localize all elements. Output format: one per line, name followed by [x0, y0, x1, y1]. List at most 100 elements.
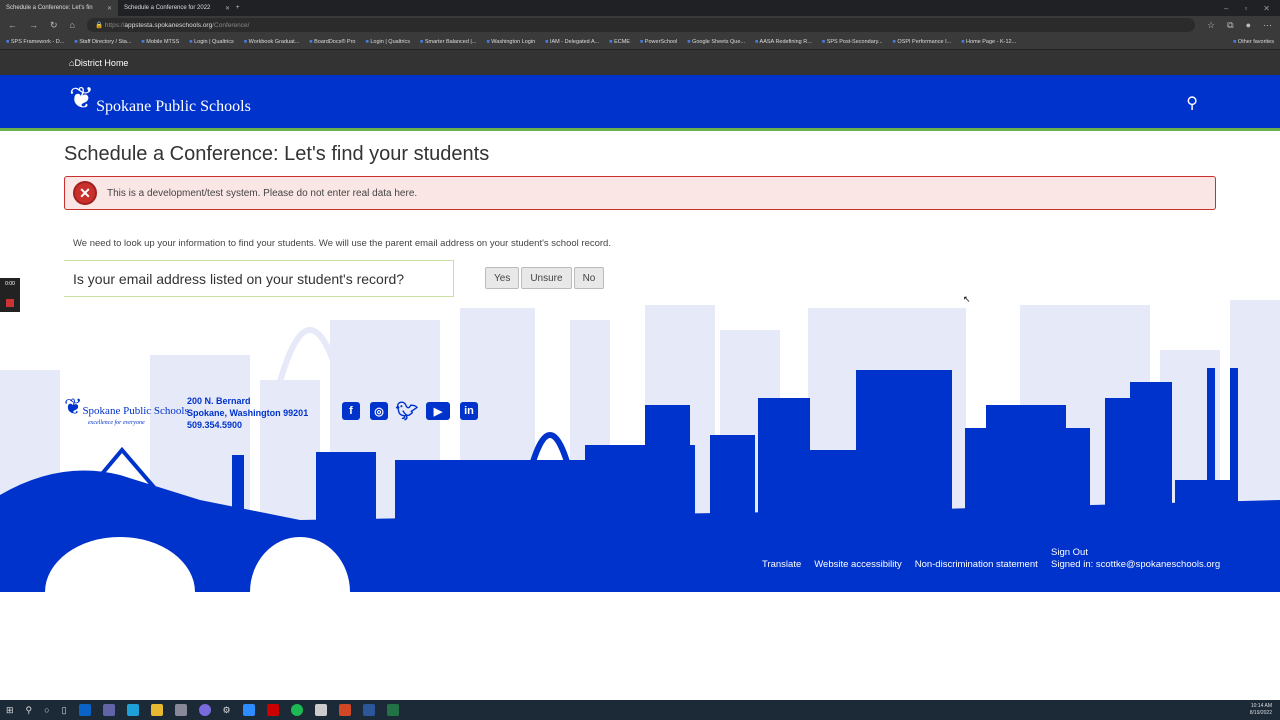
app-icon[interactable] [314, 704, 327, 716]
tab-label: Schedule a Conference: Let's fin [6, 5, 93, 11]
acrobat-icon[interactable] [266, 704, 279, 716]
forward-icon[interactable]: → [29, 20, 38, 30]
sign-out-link[interactable]: Sign Out [1051, 547, 1220, 559]
task-view-icon[interactable]: ▯ [62, 705, 67, 716]
tab-schedule-conference[interactable]: Schedule a Conference: Let's fin ✕ [0, 0, 118, 16]
intro-text: We need to look up your information to f… [73, 238, 611, 249]
profile-icon[interactable]: ● [1246, 20, 1251, 30]
close-window-icon[interactable]: ✕ [1263, 4, 1270, 13]
browser-tab-bar: Schedule a Conference: Let's fin ✕ Schedu… [0, 0, 1280, 16]
error-icon: ✕ [73, 181, 97, 205]
clock-time: 10:14 AM [1250, 703, 1272, 709]
bookmark-item[interactable]: Washington Login [486, 39, 535, 45]
non-discrimination-link[interactable]: Non-discrimination statement [915, 559, 1038, 570]
collections-icon[interactable]: ⧉ [1227, 20, 1233, 31]
bookmark-item[interactable]: IAM - Delegated A... [545, 39, 599, 45]
zoom-icon[interactable] [242, 704, 255, 716]
address-line-2: Spokane, Washington 99201 [187, 408, 309, 418]
teams-icon[interactable] [102, 704, 115, 716]
close-tab-icon[interactable]: ✕ [225, 5, 230, 12]
bookmark-item[interactable]: Home Page - K-12... [961, 39, 1016, 45]
edge-icon[interactable] [126, 704, 139, 716]
site-header: ❦ Spokane Public Schools ⚲ [0, 75, 1280, 131]
alert-text: This is a development/test system. Pleas… [107, 187, 418, 199]
address-line-1: 200 N. Bernard [187, 396, 251, 406]
unsure-button[interactable]: Unsure [521, 267, 572, 289]
address-bar-row: ← → ↻ ⌂ 🔒 https://appstesta.spokaneschools.… [0, 16, 1280, 34]
footer-tagline: excellence for everyone [88, 420, 145, 426]
test-system-alert: ✕ This is a development/test system. Plea… [64, 176, 1216, 210]
bookmark-item[interactable]: Other favorites [1233, 39, 1274, 45]
app-icon[interactable] [198, 704, 211, 716]
clock-date: 8/19/2022 [1249, 710, 1272, 716]
taskbar: ⊞ ⚲ ○ ▯ ⚙ 10:14 AM 8/19/2022 [0, 700, 1280, 720]
yes-button[interactable]: Yes [485, 267, 520, 289]
spotify-icon[interactable] [290, 704, 303, 716]
new-tab-icon[interactable]: + [236, 5, 240, 11]
bookmark-item[interactable]: SPS Framework - D... [6, 39, 64, 45]
bookmark-item[interactable]: Workbook Graduat... [244, 39, 300, 45]
bookmark-item[interactable]: Google Sheets Que... [687, 39, 745, 45]
tab-label: Schedule a Conference for 2022 [124, 5, 211, 11]
bookmark-item[interactable]: Login | Qualtrics [189, 39, 234, 45]
email-question: Is your email address listed on your stu… [64, 260, 454, 297]
district-home-bar: ⌂District Home [0, 50, 1280, 75]
phone-number[interactable]: 509.354.5900 [187, 419, 308, 431]
start-icon[interactable]: ⊞ [6, 705, 14, 716]
home-icon[interactable]: ⌂ [70, 20, 75, 30]
bookmark-item[interactable]: Mobile MTSS [141, 39, 179, 45]
signed-in-text: Signed in: scottke@spokaneschools.org [1051, 559, 1221, 570]
maximize-icon[interactable]: ▫ [1244, 4, 1247, 13]
linkedin-icon[interactable]: in [460, 402, 478, 420]
url-scheme: https:// [104, 21, 125, 29]
url-host: appstesta.spokaneschools.org [124, 21, 213, 29]
recorder-time: 0:00 [5, 281, 15, 287]
youtube-icon[interactable]: ▶ [426, 402, 450, 420]
bookmark-item[interactable]: Login | Qualtrics [366, 39, 410, 45]
outlook-icon[interactable] [78, 704, 91, 716]
footer-logo-text: Spokane Public Schools [82, 405, 189, 417]
excel-icon[interactable] [386, 704, 399, 716]
url-path: /Conference/ [212, 21, 250, 29]
powerpoint-icon[interactable] [338, 704, 351, 716]
bookmark-item[interactable]: BoardDocs® Pro [309, 39, 355, 45]
url-input[interactable]: 🔒 https://appstesta.spokaneschools.org/C… [86, 18, 1196, 32]
search-icon[interactable]: ⚲ [26, 705, 33, 716]
bookmark-item[interactable]: Smarter Balanced |... [420, 39, 477, 45]
footer-logo[interactable]: ❦Spokane Public Schools excellence for ev… [64, 394, 189, 426]
page-title: Schedule a Conference: Let's find your s… [64, 143, 490, 165]
file-explorer-icon[interactable] [150, 704, 163, 716]
bookmarks-bar: SPS Framework - D... Staff Directory / St… [0, 34, 1280, 50]
refresh-icon[interactable]: ↻ [50, 20, 58, 31]
back-icon[interactable]: ← [8, 20, 17, 30]
facebook-icon[interactable]: f [342, 402, 360, 420]
bookmark-item[interactable]: SPS Post-Secondary... [822, 39, 883, 45]
district-home-link[interactable]: ⌂District Home [69, 58, 128, 68]
logo-text: Spokane Public Schools [96, 98, 251, 115]
no-button[interactable]: No [573, 267, 605, 289]
instagram-icon[interactable]: ◎ [370, 402, 388, 420]
tree-logo-icon: ❦ [64, 394, 83, 419]
bookmark-item[interactable]: PowerSchool [640, 39, 677, 45]
settings-icon[interactable]: ⚙ [223, 705, 231, 716]
clock[interactable]: 10:14 AM 8/19/2022 [1250, 703, 1280, 717]
website-accessibility-link[interactable]: Website accessibility [814, 559, 901, 570]
close-tab-icon[interactable]: ✕ [107, 5, 112, 12]
favorites-icon[interactable]: ☆ [1207, 20, 1215, 31]
app-icon[interactable] [174, 704, 187, 716]
word-icon[interactable] [362, 704, 375, 716]
bookmark-item[interactable]: OSPI Performance I... [893, 39, 951, 45]
bookmark-item[interactable]: AASA Redefining R... [755, 39, 812, 45]
twitter-icon[interactable]: 🐦︎ [396, 401, 419, 421]
site-logo[interactable]: ❦ Spokane Public Schools [69, 81, 251, 116]
cortana-icon[interactable]: ○ [44, 705, 49, 715]
tree-logo-icon: ❦ [69, 82, 95, 115]
bookmark-item[interactable]: ECME [609, 39, 630, 45]
minimize-icon[interactable]: – [1224, 4, 1228, 13]
bookmark-item[interactable]: Staff Directory / Sta... [74, 39, 131, 45]
tab-schedule-conference-2022[interactable]: Schedule a Conference for 2022 ✕ [118, 0, 236, 16]
footer-address: 200 N. Bernard Spokane, Washington 99201 5… [187, 395, 308, 431]
search-icon[interactable]: ⚲ [1186, 93, 1198, 113]
more-icon[interactable]: ⋯ [1263, 20, 1272, 31]
translate-link[interactable]: Translate [762, 559, 801, 570]
